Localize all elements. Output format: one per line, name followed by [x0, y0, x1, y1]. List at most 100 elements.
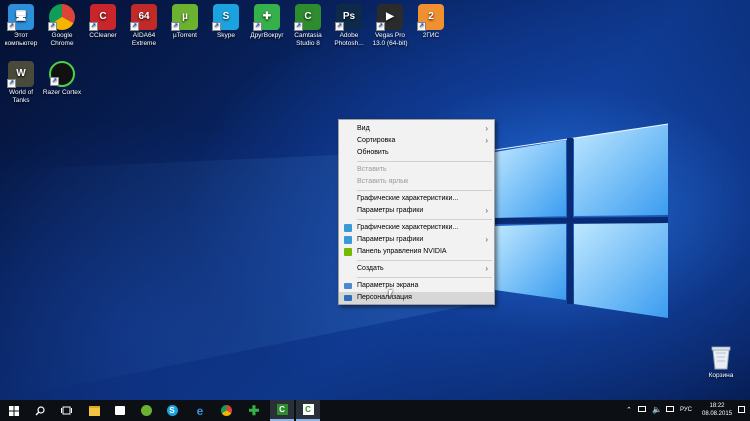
taskbar-drugvokrug[interactable]: ✚	[242, 400, 266, 421]
razer-icon: ↗	[49, 61, 75, 87]
menu-item-intel-graphics-options[interactable]: Параметры графики ›	[339, 234, 494, 246]
taskbar-camtasia-recorder[interactable]: C	[296, 400, 320, 421]
drugvokrug-icon: ✚	[248, 402, 260, 418]
vegas-icon: ▶ ↗	[376, 4, 403, 31]
tray-date: 08.08.2015	[702, 411, 733, 417]
nvidia-icon	[344, 248, 352, 256]
taskbar-utorrent[interactable]	[134, 400, 158, 421]
recycle-bin-shortcut[interactable]: Корзина	[698, 344, 744, 379]
menu-item-sort[interactable]: Сортировка ›	[339, 135, 494, 147]
tray-volume-icon[interactable]: 🔈	[652, 405, 662, 414]
taskbar-camtasia[interactable]: C	[270, 400, 294, 421]
desktop-shortcut-label-line2: Studio 8	[296, 40, 320, 47]
camtasia-recorder-icon: C	[302, 404, 314, 415]
task-view-button[interactable]	[54, 400, 78, 421]
desktop-shortcut-label-line2: Photosh...	[334, 40, 364, 47]
desktop-shortcut-label: Adobe	[339, 32, 359, 39]
recycle-bin-label: Корзина	[708, 372, 734, 379]
shortcut-arrow-icon: ↗	[89, 22, 98, 31]
taskbar-chrome[interactable]	[214, 400, 238, 421]
system-tray: ⌃ 🔈 РУС 18:22 08.08.2015	[620, 400, 750, 421]
desktop-shortcut-photoshop[interactable]: Ps ↗ Adobe Photosh...	[328, 0, 370, 48]
desktop-shortcut-razer[interactable]: ↗ Razer Cortex	[41, 57, 83, 97]
tray-network-icon[interactable]	[666, 406, 674, 412]
desktop-shortcut-label: Camtasia	[294, 32, 322, 39]
display-icon	[344, 283, 352, 289]
desktop-shortcut-computer[interactable]: 🖥 ↗ Этот компьютер	[0, 0, 42, 48]
edge-icon: e	[196, 403, 204, 418]
desktop-shortcut-ccleaner[interactable]: C ↗ CCleaner	[82, 0, 124, 40]
desktop-shortcut-label-line2: 13.0 (64-bit)	[372, 40, 408, 47]
notifications-icon[interactable]	[738, 406, 745, 413]
desktop-shortcut-label-line2: компьютер	[4, 40, 38, 47]
utorrent-icon: µ ↗	[171, 4, 198, 31]
shortcut-arrow-icon: ↗	[7, 22, 16, 31]
menu-item-view[interactable]: Вид ›	[339, 123, 494, 135]
start-button[interactable]	[2, 400, 26, 421]
shortcut-arrow-icon: ↗	[417, 22, 426, 31]
personalize-icon	[344, 295, 352, 301]
menu-item-graphics-options[interactable]: Параметры графики ›	[339, 205, 494, 217]
tray-device-icon[interactable]	[638, 406, 646, 412]
taskbar-explorer[interactable]	[82, 400, 106, 421]
menu-item-refresh[interactable]: Обновить	[339, 147, 494, 159]
menu-separator	[357, 161, 492, 162]
desktop-shortcut-drugvokrug[interactable]: ✚ ↗ ДругВокруг	[246, 0, 288, 40]
ccleaner-icon: C ↗	[89, 4, 116, 31]
shortcut-arrow-icon: ↗	[7, 79, 16, 88]
wot-icon: W ↗	[7, 61, 34, 88]
menu-item-intel-graphics-properties[interactable]: Графические характеристики...	[339, 222, 494, 234]
desktop-shortcut-label-line2: Chrome	[50, 40, 74, 47]
menu-item-new[interactable]: Создать ›	[339, 263, 494, 275]
desktop-shortcut-label: Этот	[13, 32, 29, 39]
desktop-shortcut-chrome[interactable]: ↗ Google Chrome	[41, 0, 83, 48]
search-button[interactable]	[28, 400, 52, 421]
chrome-icon	[220, 405, 232, 416]
desktop-shortcut-utorrent[interactable]: µ ↗ µTorrent	[164, 0, 206, 40]
desktop-shortcut-camtasia[interactable]: C ↗ Camtasia Studio 8	[287, 0, 329, 48]
desktop-shortcut-label: ДругВокруг	[250, 32, 284, 39]
desktop-shortcut-2gis[interactable]: 2 ↗ 2ГИС	[410, 0, 452, 40]
desktop-shortcut-label: Razer Cortex	[42, 89, 82, 96]
menu-item-personalize[interactable]: Персонализация	[339, 292, 494, 304]
desktop-shortcut-aida64[interactable]: 64 ↗ AIDA64 Extreme	[123, 0, 165, 48]
menu-item-paste-shortcut: Вставить ярлык	[357, 178, 409, 185]
menu-item-graphics-properties[interactable]: Графические характеристики...	[339, 193, 494, 205]
camtasia-icon: C ↗	[294, 4, 321, 31]
shortcut-arrow-icon: ↗	[253, 22, 262, 31]
shortcut-arrow-icon: ↗	[50, 77, 59, 86]
desktop-shortcut-wot[interactable]: W ↗ World of Tanks	[0, 57, 42, 105]
menu-item-nvidia-control-panel[interactable]: Панель управления NVIDIA	[339, 246, 494, 258]
desktop-shortcut-label-line2: Extreme	[131, 40, 157, 47]
desktop-shortcut-label: Vegas Pro	[375, 32, 405, 39]
shortcut-arrow-icon: ↗	[130, 22, 139, 31]
intel-graphics-icon	[344, 236, 352, 244]
tray-chevron-up-icon[interactable]: ⌃	[626, 406, 632, 414]
chrome-icon: ↗	[48, 4, 75, 31]
menu-item-display-settings[interactable]: Параметры экрана	[339, 280, 494, 292]
chevron-right-icon: ›	[485, 124, 488, 133]
windows-start-icon	[9, 405, 19, 416]
menu-separator	[357, 219, 492, 220]
shortcut-arrow-icon: ↗	[335, 22, 344, 31]
taskbar-edge[interactable]: e	[188, 400, 212, 421]
menu-item-paste: Вставить	[357, 166, 387, 173]
shortcut-arrow-icon: ↗	[48, 22, 57, 31]
desktop-shortcut-vegas[interactable]: ▶ ↗ Vegas Pro 13.0 (64-bit)	[369, 0, 411, 48]
shortcut-arrow-icon: ↗	[294, 22, 303, 31]
taskbar-store[interactable]	[108, 400, 132, 421]
folder-icon	[88, 405, 100, 416]
tray-language[interactable]: РУС	[680, 407, 692, 413]
desktop-background[interactable]: 🖥 ↗ Этот компьютер ↗ Google Chrome C ↗ CCleaner 64…	[0, 0, 750, 400]
desktop-shortcut-label: Skype	[216, 32, 236, 39]
desktop-shortcut-label: 2ГИС	[422, 32, 440, 39]
taskbar-skype[interactable]: S	[160, 400, 184, 421]
tray-clock[interactable]: 18:22 08.08.2015	[702, 402, 732, 418]
computer-icon: 🖥 ↗	[7, 4, 34, 31]
chevron-right-icon: ›	[485, 264, 488, 273]
search-icon	[35, 405, 45, 415]
aida64-icon: 64 ↗	[130, 4, 157, 31]
desktop-context-menu: Вид › Сортировка › Обновить Вставить Встав…	[338, 119, 495, 305]
desktop-shortcut-label: World of	[8, 89, 34, 96]
desktop-shortcut-skype[interactable]: S ↗ Skype	[205, 0, 247, 40]
